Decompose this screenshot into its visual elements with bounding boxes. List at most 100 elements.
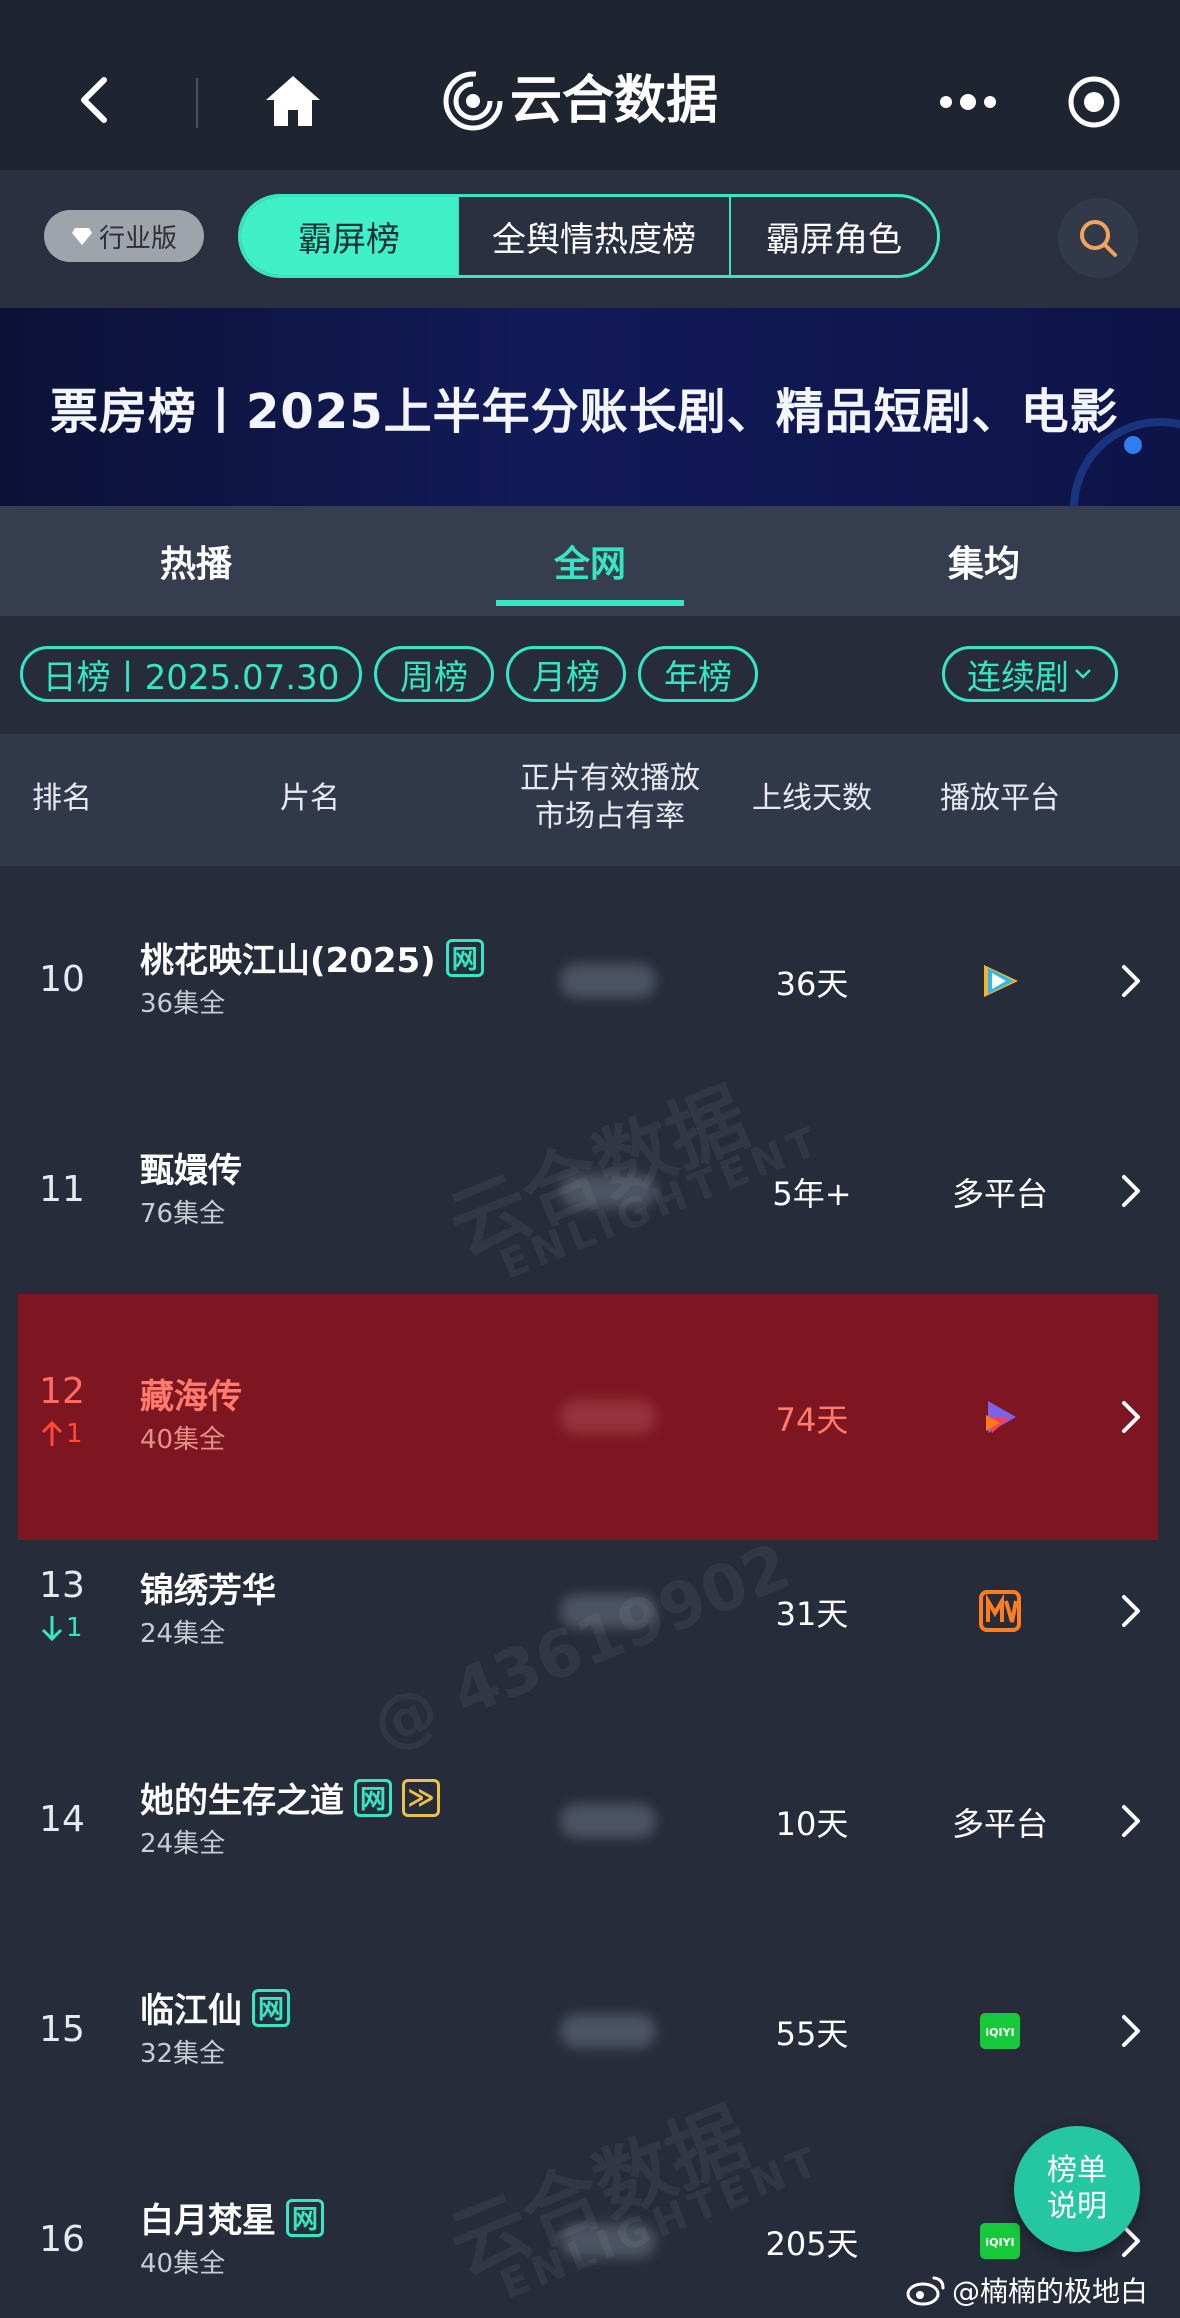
row-days-online: 10天 — [775, 1805, 849, 1843]
row-title: 她的生存之道 — [140, 1781, 344, 1821]
ranking-segment-control: 霸屏榜 全舆情热度榜 霸屏角色 — [238, 194, 940, 278]
row-title-group: 她的生存之道网 ≫ — [140, 1773, 440, 1822]
table-row[interactable]: 13 1 锦绣芳华 24集全 31天 — [0, 1506, 1180, 1716]
app-title: 云合数据 — [510, 71, 719, 131]
chevron-right-icon — [1122, 1175, 1140, 1207]
rank-trend: 1 — [40, 1613, 100, 1643]
diamond-icon — [71, 228, 92, 245]
help-line1: 榜单 — [1047, 2153, 1107, 2188]
web-drama-tag: 网 — [286, 2198, 324, 2237]
promo-banner[interactable]: 票房榜丨2025上半年分账长剧、精品短剧、电影 — [0, 308, 1180, 506]
ranking-type-bar: 行业版 霸屏榜 全舆情热度榜 霸屏角色 — [0, 170, 1180, 308]
header-share-line1: 正片有效播放 — [520, 761, 700, 796]
row-days-online: 36天 — [775, 965, 849, 1003]
iqiyi-icon: iQIYI — [980, 2013, 1020, 2049]
chevron-right-icon — [1122, 1401, 1140, 1433]
row-title: 白月梵星 — [140, 2201, 276, 2241]
more-options-icon[interactable] — [936, 82, 1000, 122]
table-row[interactable]: 11 甄嬛传 76集全 5年+ 多平台 — [0, 1086, 1180, 1296]
market-share-blurred — [560, 1804, 656, 1838]
filter-yearly-chip[interactable]: 年榜 — [638, 646, 758, 702]
tab-hot-airing[interactable]: 热播 — [0, 506, 392, 616]
market-share-blurred — [560, 2224, 656, 2258]
table-row[interactable]: 10 桃花映江山(2025) 网 36集全 36天 — [0, 876, 1180, 1086]
row-title-group: 锦绣芳华 — [140, 1563, 276, 1612]
youku-icon — [986, 1401, 1016, 1433]
segment-screen-dominance[interactable]: 霸屏榜 — [241, 197, 457, 275]
rank-change-value: 1 — [66, 1613, 83, 1643]
header-rank: 排名 — [32, 781, 92, 816]
drama-type-label: 连续剧 — [967, 657, 1069, 698]
row-episodes: 24集全 — [140, 1829, 226, 1859]
web-drama-tag: 网 — [252, 1988, 290, 2027]
banner-title: 票房榜丨2025上半年分账长剧、精品短剧、电影 — [50, 384, 1119, 440]
row-days-online: 74天 — [775, 1401, 849, 1439]
row-rank: 14 — [39, 1799, 85, 1840]
row-title-group: 甄嬛传 — [140, 1143, 242, 1192]
svg-text:iQIYI: iQIYI — [985, 2236, 1014, 2249]
row-title-group: 藏海传 — [140, 1369, 242, 1418]
header-title: 片名 — [280, 781, 340, 816]
market-share-blurred — [560, 964, 656, 998]
search-icon — [1080, 220, 1117, 257]
edition-badge-label: 行业版 — [98, 223, 177, 254]
row-rank: 10 — [39, 959, 85, 1000]
row-title-group: 临江仙网 — [140, 1983, 290, 2032]
table-row[interactable]: 14 她的生存之道网 ≫ 24集全 10天 多平台 — [0, 1716, 1180, 1926]
fast-forward-tag: ≫ — [402, 1778, 440, 1817]
row-days-online: 5年+ — [772, 1175, 852, 1213]
row-episodes: 40集全 — [140, 1425, 226, 1455]
row-episodes: 24集全 — [140, 1619, 226, 1649]
search-button[interactable] — [1058, 198, 1138, 278]
credit-text: @楠楠的极地白 — [952, 2275, 1149, 2308]
chevron-down-icon — [1075, 669, 1091, 679]
filter-monthly-chip[interactable]: 月榜 — [506, 646, 626, 702]
arrow-up-icon — [41, 1420, 63, 1446]
industry-edition-badge[interactable]: 行业版 — [44, 210, 204, 262]
row-rank: 11 — [39, 1169, 85, 1210]
row-title: 锦绣芳华 — [140, 1571, 276, 1611]
row-episodes: 76集全 — [140, 1199, 226, 1229]
date-filter-bar: 日榜丨2025.07.30 周榜 月榜 年榜 连续剧 — [0, 616, 1180, 734]
row-days-online: 205天 — [765, 2225, 859, 2263]
web-drama-tag: 网 — [445, 938, 484, 977]
filter-weekly-chip[interactable]: 周榜 — [374, 646, 494, 702]
segment-dominant-roles[interactable]: 霸屏角色 — [729, 197, 937, 275]
back-arrow-icon[interactable] — [68, 72, 124, 128]
market-share-blurred — [560, 1594, 656, 1628]
weibo-icon — [906, 2276, 945, 2306]
arrow-down-icon — [41, 1616, 63, 1642]
top-nav-bar: 云合数据 — [0, 0, 1180, 170]
row-episodes: 32集全 — [140, 2039, 226, 2069]
svg-text:iQIYI: iQIYI — [985, 2026, 1014, 2039]
segment-public-opinion-heat[interactable]: 全舆情热度榜 — [457, 197, 729, 275]
row-platform-text: 多平台 — [951, 1805, 1048, 1843]
ranking-info-button[interactable]: 榜单 说明 — [1014, 2126, 1140, 2252]
row-episodes: 40集全 — [140, 2249, 226, 2279]
row-platform-text: 多平台 — [951, 1175, 1048, 1213]
chevron-right-icon — [1122, 1805, 1140, 1837]
row-rank: 12 — [39, 1371, 85, 1412]
yunhe-logo-icon — [443, 71, 503, 131]
home-icon[interactable] — [262, 70, 324, 132]
rank-trend: 1 — [40, 1419, 100, 1449]
row-title: 桃花映江山(2025) — [140, 941, 436, 981]
tab-per-episode[interactable]: 集均 — [788, 506, 1180, 616]
tencent-video-icon — [984, 965, 1018, 997]
table-row[interactable]: 12 1 藏海传 40集全 74天 — [18, 1294, 1158, 1540]
row-title-group: 白月梵星网 — [140, 2193, 324, 2242]
table-row[interactable]: 15 临江仙网 32集全 55天 iQIYI — [0, 1926, 1180, 2136]
header-platform: 播放平台 — [940, 781, 1060, 816]
drama-type-select[interactable]: 连续剧 — [942, 646, 1118, 702]
iqiyi-icon: iQIYI — [980, 2223, 1020, 2259]
close-miniprogram-icon[interactable] — [1066, 74, 1122, 130]
active-tab-indicator — [496, 600, 684, 606]
filter-daily-chip[interactable]: 日榜丨2025.07.30 — [20, 646, 362, 702]
weibo-credit: @楠楠的极地白 — [906, 2270, 1148, 2310]
row-title: 临江仙 — [140, 1991, 242, 2031]
row-title: 甄嬛传 — [140, 1151, 242, 1191]
chevron-right-icon — [1122, 2015, 1140, 2047]
web-drama-tag: 网 — [354, 1778, 392, 1817]
row-rank: 16 — [39, 2219, 85, 2260]
banner-dot — [1124, 436, 1142, 454]
